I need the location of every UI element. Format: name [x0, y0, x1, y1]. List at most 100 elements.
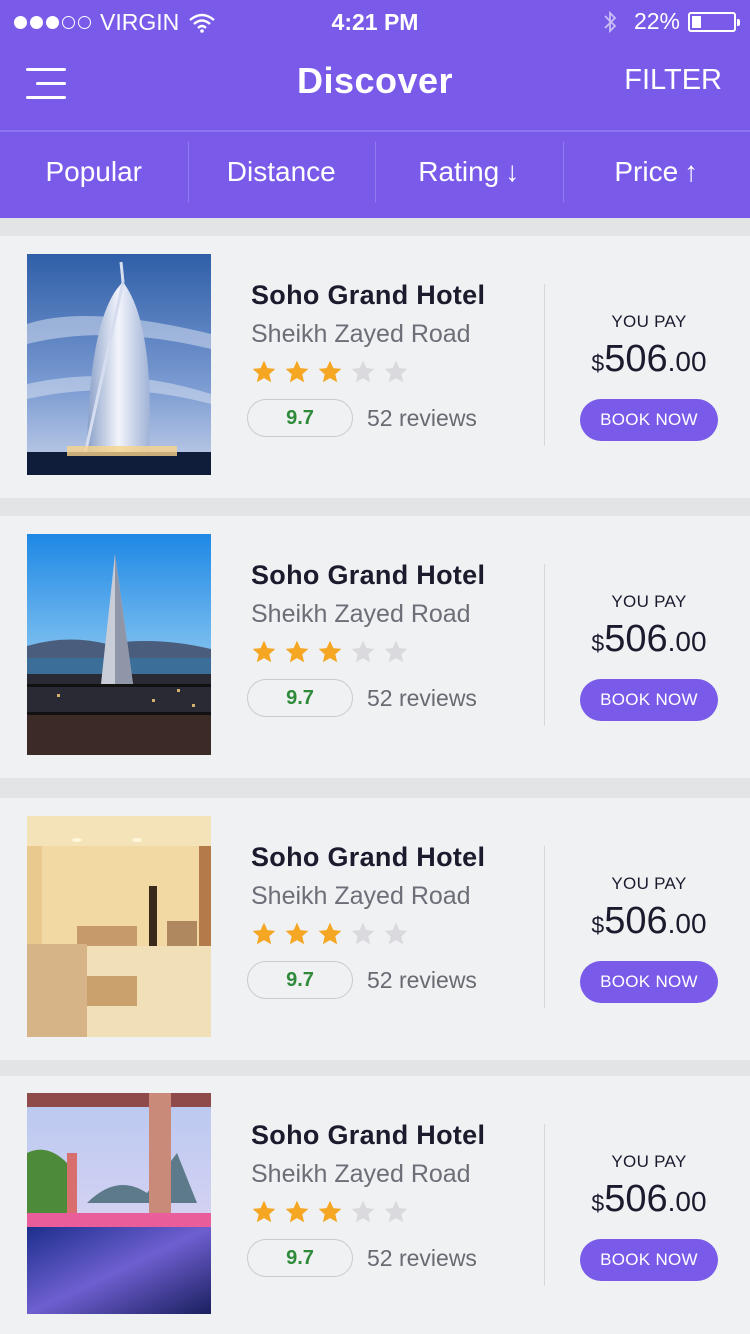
price-whole: 506	[604, 900, 668, 942]
star-filled-icon	[251, 359, 284, 389]
filter-button[interactable]: FILTER	[624, 64, 722, 97]
price-cents: .00	[667, 908, 707, 939]
card-divider	[544, 564, 545, 726]
star-filled-icon	[251, 639, 284, 669]
star-filled-icon	[251, 1199, 284, 1229]
star-filled-icon	[284, 1199, 317, 1229]
star-empty-icon	[350, 359, 383, 389]
hotel-address: Sheikh Zayed Road	[251, 1160, 471, 1188]
card-divider	[544, 284, 545, 446]
rating-row: 9.7 52 reviews	[247, 399, 541, 437]
price-box: YOU PAY $506.00 BOOK NOW	[548, 874, 750, 1003]
status-bar: VIRGIN 4:21 PM 22%	[0, 0, 750, 42]
battery-percent: 22%	[633, 8, 680, 34]
hotel-name[interactable]: Soho Grand Hotel	[251, 1120, 541, 1151]
sort-tab-label: Popular	[45, 156, 142, 187]
review-count[interactable]: 52 reviews	[367, 405, 477, 432]
star-rating	[251, 1199, 541, 1229]
book-now-button[interactable]: BOOK NOW	[580, 679, 718, 721]
star-empty-icon	[383, 639, 416, 669]
book-now-button[interactable]: BOOK NOW	[580, 961, 718, 1003]
star-empty-icon	[350, 1199, 383, 1229]
sort-tab-distance[interactable]: Distance	[187, 132, 376, 218]
you-pay-label: YOU PAY	[611, 312, 687, 331]
card-divider	[544, 1124, 545, 1286]
star-filled-icon	[284, 921, 317, 951]
price-currency: $	[591, 1190, 605, 1216]
book-now-button[interactable]: BOOK NOW	[580, 1239, 718, 1281]
hotel-card[interactable]: Soho Grand Hotel Sheikh Zayed Road 9.7 5…	[0, 798, 750, 1060]
book-now-button[interactable]: BOOK NOW	[580, 399, 718, 441]
sort-tabs: Popular Distance Rating ↓ Price ↑	[0, 132, 750, 218]
hotel-card[interactable]: Soho Grand Hotel Sheikh Zayed Road 9.7 5…	[0, 1076, 750, 1334]
battery-icon	[688, 11, 740, 32]
star-rating	[251, 921, 541, 951]
pyramid-tower-photo[interactable]	[27, 534, 211, 755]
price-currency: $	[591, 630, 605, 656]
hotel-name[interactable]: Soho Grand Hotel	[251, 560, 541, 591]
price-currency: $	[591, 912, 605, 938]
price: $506.00	[548, 338, 750, 381]
score-badge: 9.7	[247, 1239, 353, 1277]
sort-tab-label: Distance	[226, 156, 336, 187]
you-pay-label: YOU PAY	[611, 874, 687, 893]
arrow-up-icon: ↑	[684, 156, 699, 187]
hotel-info: Soho Grand Hotel Sheikh Zayed Road 9.7 5…	[247, 280, 541, 437]
hotel-name[interactable]: Soho Grand Hotel	[251, 280, 541, 311]
pool-terrace-photo[interactable]	[27, 1093, 211, 1314]
price-box: YOU PAY $506.00 BOOK NOW	[548, 312, 750, 441]
star-filled-icon	[284, 359, 317, 389]
star-filled-icon	[251, 921, 284, 951]
star-rating	[251, 359, 541, 389]
score-badge: 9.7	[247, 399, 353, 437]
hotel-address: Sheikh Zayed Road	[251, 882, 471, 910]
star-filled-icon	[317, 1199, 350, 1229]
price-whole: 506	[604, 338, 668, 380]
price-currency: $	[591, 350, 605, 376]
app-header: VIRGIN 4:21 PM 22% Discover FILTER Popul…	[0, 0, 750, 218]
hotel-card[interactable]: Soho Grand Hotel Sheikh Zayed Road 9.7 5…	[0, 516, 750, 778]
rating-row: 9.7 52 reviews	[247, 1239, 541, 1277]
star-filled-icon	[317, 639, 350, 669]
hotel-address: Sheikh Zayed Road	[251, 600, 471, 628]
sort-tab-price[interactable]: Price ↑	[562, 132, 750, 218]
review-count[interactable]: 52 reviews	[367, 967, 477, 994]
review-count[interactable]: 52 reviews	[367, 1245, 477, 1272]
hotel-address: Sheikh Zayed Road	[251, 320, 471, 348]
bluetooth-icon	[604, 10, 617, 33]
score-badge: 9.7	[247, 679, 353, 717]
price-whole: 506	[604, 1178, 668, 1220]
hotel-name[interactable]: Soho Grand Hotel	[251, 842, 541, 873]
price-whole: 506	[604, 618, 668, 660]
star-empty-icon	[350, 921, 383, 951]
sort-tab-rating[interactable]: Rating ↓	[375, 132, 563, 218]
sort-tab-label: Rating	[418, 156, 500, 187]
you-pay-label: YOU PAY	[611, 1152, 687, 1171]
review-count[interactable]: 52 reviews	[367, 685, 477, 712]
star-empty-icon	[383, 359, 416, 389]
hotel-info: Soho Grand Hotel Sheikh Zayed Road 9.7 5…	[247, 560, 541, 717]
arrow-down-icon: ↓	[505, 156, 520, 187]
you-pay-label: YOU PAY	[611, 592, 687, 611]
price: $506.00	[548, 618, 750, 661]
hotel-card[interactable]: Soho Grand Hotel Sheikh Zayed Road 9.7 5…	[0, 236, 750, 498]
star-filled-icon	[317, 359, 350, 389]
star-filled-icon	[284, 639, 317, 669]
star-empty-icon	[350, 639, 383, 669]
card-divider	[544, 846, 545, 1008]
hotel-info: Soho Grand Hotel Sheikh Zayed Road 9.7 5…	[247, 842, 541, 999]
nav-bar: Discover FILTER	[0, 42, 750, 130]
star-empty-icon	[383, 921, 416, 951]
sail-tower-photo[interactable]	[27, 254, 211, 475]
rating-row: 9.7 52 reviews	[247, 679, 541, 717]
price-box: YOU PAY $506.00 BOOK NOW	[548, 1152, 750, 1281]
star-rating	[251, 639, 541, 669]
status-right: 22%	[602, 8, 740, 35]
hotel-info: Soho Grand Hotel Sheikh Zayed Road 9.7 5…	[247, 1120, 541, 1277]
price: $506.00	[548, 1178, 750, 1221]
score-badge: 9.7	[247, 961, 353, 999]
sort-tab-popular[interactable]: Popular	[0, 132, 188, 218]
price-cents: .00	[667, 346, 707, 377]
hotel-room-photo[interactable]	[27, 816, 211, 1037]
star-filled-icon	[317, 921, 350, 951]
